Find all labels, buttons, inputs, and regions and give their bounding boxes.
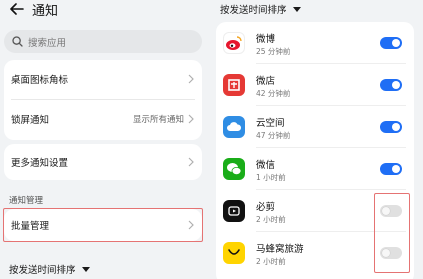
caret-down-icon: [81, 266, 90, 272]
app-row-weidian: 微店 42 分钟前: [216, 64, 414, 106]
search-placeholder: 搜索应用: [28, 37, 67, 49]
app-name: 必剪: [256, 202, 276, 213]
bijian-icon: [223, 200, 245, 222]
page-title: 通知: [32, 3, 59, 19]
sort-label: 按发送时间排序: [9, 265, 76, 276]
app-row-weibo: 微博 25 分钟前: [216, 22, 414, 64]
app-time: 1 小时前: [256, 173, 286, 182]
app-row-wechat: 微信 1 小时前: [216, 148, 414, 190]
caret-down-icon: [292, 6, 301, 12]
notification-toggle[interactable]: [380, 121, 402, 133]
app-row-cloud: 云空间 47 分钟前: [216, 106, 414, 148]
app-name: 微信: [256, 160, 276, 171]
search-icon: [11, 36, 23, 48]
notification-toggle[interactable]: [380, 79, 402, 91]
nav-bar: 通知: [8, 1, 59, 19]
toggle-knob: [392, 165, 400, 173]
setting-row-badge[interactable]: 桌面图标角标: [4, 60, 202, 98]
cloud-icon: [223, 116, 245, 138]
settings-card-2: 更多通知设置: [4, 144, 202, 180]
setting-value: 显示所有通知: [132, 115, 184, 125]
wechat-icon: [223, 158, 245, 180]
sort-dropdown[interactable]: 按发送时间排序: [9, 262, 90, 276]
app-name: 马蜂窝旅游: [256, 244, 304, 255]
setting-row-more[interactable]: 更多通知设置: [4, 144, 202, 180]
notification-settings-panel: 通知 搜索应用 桌面图标角标 锁屏通知 显示所有通知 更多通知设置 通知管理 批…: [0, 0, 212, 279]
app-time: 25 分钟前: [256, 47, 291, 56]
section-label: 通知管理: [9, 196, 44, 206]
setting-label: 桌面图标角标: [11, 75, 69, 86]
settings-card-1: 桌面图标角标 锁屏通知 显示所有通知: [4, 60, 202, 140]
app-name: 微博: [256, 34, 276, 45]
app-time: 2 小时前: [256, 215, 286, 224]
sort-label: 按发送时间排序: [220, 5, 287, 16]
highlight-box: [374, 193, 410, 273]
search-input[interactable]: 搜索应用: [4, 30, 202, 53]
toggle-knob: [392, 123, 400, 131]
app-time: 42 分钟前: [256, 89, 291, 98]
notification-toggle[interactable]: [380, 37, 402, 49]
app-name: 微店: [256, 76, 276, 87]
notification-toggle[interactable]: [380, 163, 402, 175]
highlight-box: [3, 208, 203, 242]
app-name: 云空间: [256, 118, 285, 129]
setting-label: 锁屏通知: [11, 115, 50, 126]
weibo-icon: [223, 32, 245, 54]
setting-row-lockscreen[interactable]: 锁屏通知 显示所有通知: [4, 100, 202, 138]
app-time: 2 小时前: [256, 257, 286, 266]
weidian-icon: [223, 74, 245, 96]
chevron-right-icon: [188, 114, 194, 124]
back-arrow-icon[interactable]: [8, 1, 26, 17]
setting-label: 更多通知设置: [11, 158, 69, 169]
mafengwo-icon: [223, 242, 245, 264]
app-time: 47 分钟前: [256, 131, 291, 140]
toggle-knob: [392, 39, 400, 47]
chevron-right-icon: [188, 74, 194, 84]
chevron-right-icon: [188, 157, 194, 167]
sort-dropdown[interactable]: 按发送时间排序: [220, 2, 301, 16]
toggle-knob: [392, 81, 400, 89]
